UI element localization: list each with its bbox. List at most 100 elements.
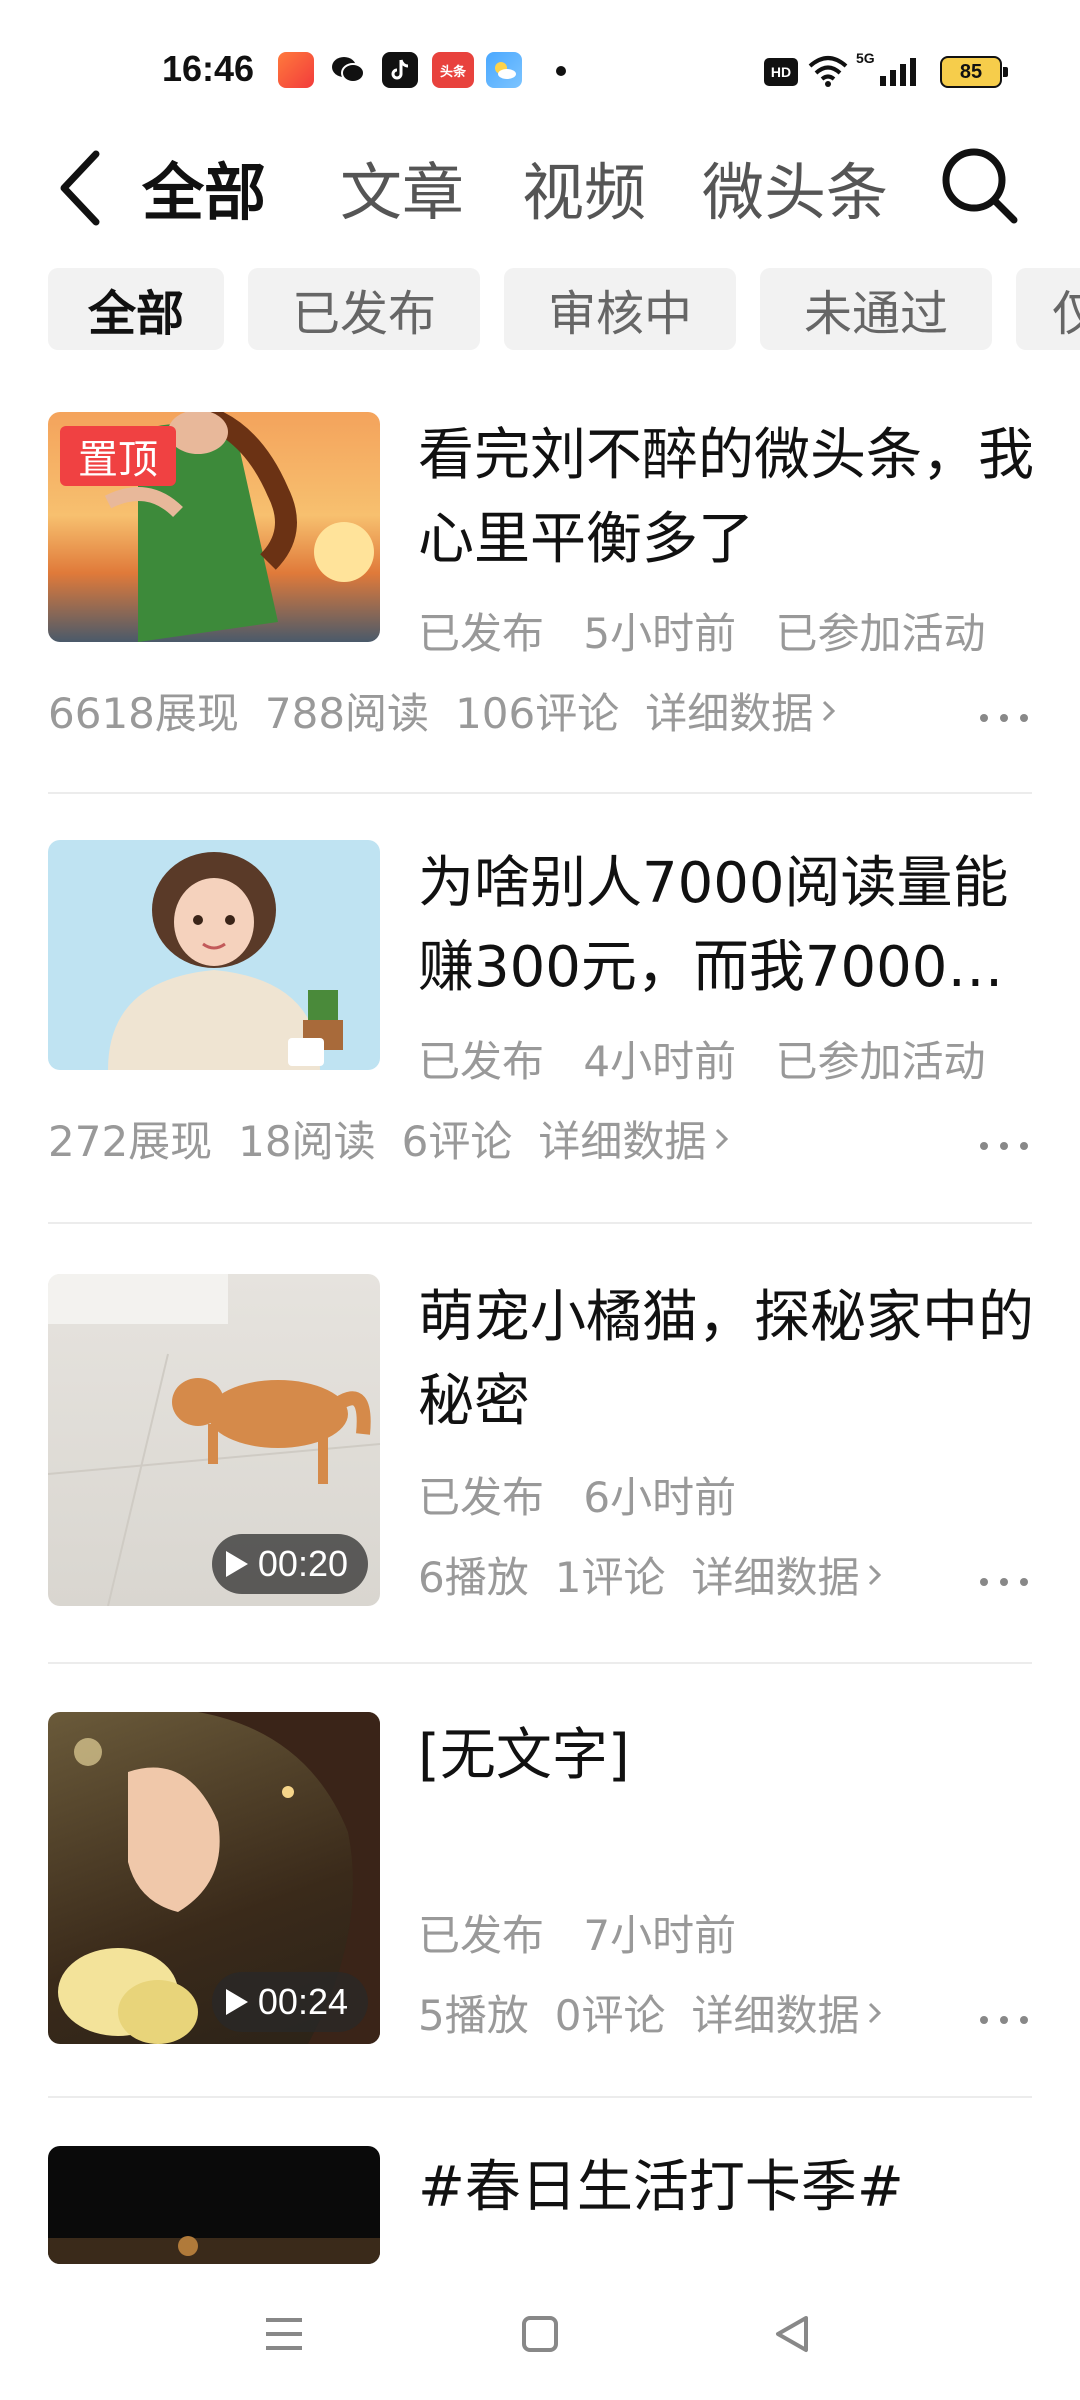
detail-data-label: 详细数据 <box>645 689 814 738</box>
chevron-right-icon <box>716 1128 729 1149</box>
more-dot-icon <box>1020 2016 1028 2024</box>
status-time: 16:46 <box>162 48 255 89</box>
item-stats: 6播放 1评论 详细数据 <box>418 1544 909 1605</box>
chevron-right-icon <box>869 2002 882 2023</box>
filter-chip-published[interactable]: 已发布 <box>248 268 480 350</box>
item-title[interactable]: [无文字] <box>418 1714 1038 1798</box>
more-dot-icon <box>1020 714 1028 722</box>
video-duration: 00:20 <box>257 1543 348 1584</box>
dark-night-photo <box>48 2236 380 2264</box>
tab-videos[interactable]: 视频 <box>522 142 646 232</box>
comments-count: 6评论 <box>401 1117 513 1166</box>
wechat-icon <box>330 52 366 88</box>
menu-icon <box>266 2318 302 2350</box>
list-item[interactable]: 为啥别人7000阅读量能赚300元，而我7000阅读量 已发布 4小时前 已参加… <box>0 840 1080 1220</box>
activity-tag: 已参加活动 <box>775 1037 986 1086</box>
more-dot-icon <box>1000 1578 1008 1586</box>
impressions-count: 272展现 <box>48 1117 213 1166</box>
item-thumbnail[interactable]: 00:20 <box>48 1274 380 1606</box>
publish-status: 已发布 <box>418 1911 545 1960</box>
toutiao-icon: 头条 <box>432 52 474 88</box>
item-stats: 6618展现 788阅读 106评论 详细数据 <box>48 680 863 741</box>
more-dot-icon <box>1000 2016 1008 2024</box>
detail-data-link[interactable]: 详细数据 <box>538 1108 730 1169</box>
item-title[interactable]: 为啥别人7000阅读量能赚300元，而我7000阅读量 <box>418 842 1038 1010</box>
recents-button[interactable] <box>254 2304 314 2364</box>
back-system-button[interactable] <box>762 2304 822 2364</box>
filter-chip-private[interactable]: 仅 <box>1016 268 1080 350</box>
more-options-button[interactable] <box>980 708 1028 728</box>
publish-time: 5小时前 <box>583 609 737 658</box>
plays-count: 5播放 <box>418 1991 529 2040</box>
tab-all[interactable]: 全部 <box>142 142 266 232</box>
detail-data-label: 详细数据 <box>538 1117 707 1166</box>
item-title[interactable]: 萌宠小橘猫，探秘家中的秘密 <box>418 1276 1038 1444</box>
item-thumbnail[interactable] <box>48 2146 380 2264</box>
publish-time: 6小时前 <box>583 1473 737 1522</box>
chevron-right-icon <box>823 700 836 721</box>
publish-status: 已发布 <box>418 1037 545 1086</box>
impressions-count: 6618展现 <box>48 689 239 738</box>
search-icon <box>942 148 1018 224</box>
video-duration-badge: 00:20 <box>211 1534 368 1594</box>
item-title[interactable]: 看完刘不醉的微头条，我心里平衡多了 <box>418 414 1038 582</box>
detail-data-link[interactable]: 详细数据 <box>691 1982 883 2043</box>
divider <box>48 792 1032 794</box>
search-button[interactable] <box>934 140 1024 230</box>
more-options-button[interactable] <box>980 2010 1028 2030</box>
more-dot-icon <box>1020 1578 1028 1586</box>
filter-chip-reviewing[interactable]: 审核中 <box>504 268 736 350</box>
list-item[interactable]: 00:24 [无文字] 已发布 7小时前 5播放 0评论 详细数据 <box>0 1712 1080 2092</box>
item-thumbnail[interactable]: 置顶 <box>48 412 380 642</box>
hd-icon: HD <box>764 58 798 86</box>
battery-icon: 85 <box>940 56 1008 88</box>
more-dot-icon <box>980 1578 988 1586</box>
back-button[interactable] <box>48 138 118 238</box>
back-triangle-icon <box>776 2316 808 2352</box>
item-thumbnail[interactable] <box>48 840 380 1070</box>
more-dot-icon <box>980 714 988 722</box>
item-thumbnail[interactable]: 00:24 <box>48 1712 380 2044</box>
home-button[interactable] <box>510 2304 570 2364</box>
more-dot-icon <box>1000 1142 1008 1150</box>
more-dot-icon <box>1000 714 1008 722</box>
plays-count: 6播放 <box>418 1553 529 1602</box>
list-item[interactable]: 置顶 看完刘不醉的微头条，我心里平衡多了 已发布 5小时前 已参加活动 6618… <box>0 412 1080 792</box>
toutiao-icon-label: 头条 <box>439 64 466 80</box>
filter-chip-rejected[interactable]: 未通过 <box>760 268 992 350</box>
more-dot-icon <box>980 2016 988 2024</box>
detail-data-label: 详细数据 <box>691 1553 860 1602</box>
shopping-app-icon <box>278 52 314 88</box>
tab-micro-posts[interactable]: 微头条 <box>702 142 888 232</box>
back-arrow-icon <box>60 150 100 226</box>
battery-level: 85 <box>959 60 983 83</box>
list-item[interactable]: #春日生活打卡季# <box>0 2146 1080 2264</box>
item-title[interactable]: #春日生活打卡季# <box>418 2146 1038 2230</box>
notification-dot-icon <box>556 66 566 76</box>
publish-status: 已发布 <box>418 609 545 658</box>
publish-time: 7小时前 <box>583 1911 737 1960</box>
more-options-button[interactable] <box>980 1572 1028 1592</box>
signal-icon <box>880 58 916 86</box>
tiktok-icon <box>382 52 418 88</box>
filter-chip-all[interactable]: 全部 <box>48 268 224 350</box>
wifi-icon <box>808 56 848 87</box>
chevron-right-icon <box>869 1564 882 1585</box>
list-item[interactable]: 00:20 萌宠小橘猫，探秘家中的秘密 已发布 6小时前 6播放 1评论 详细数… <box>0 1274 1080 1654</box>
comments-count: 1评论 <box>554 1553 666 1602</box>
divider <box>48 2096 1032 2098</box>
status-bar: 16:46 头条 HD 5G 85 <box>0 0 1080 130</box>
divider <box>48 1662 1032 1664</box>
status-filter-bar: 全部 已发布 审核中 未通过 仅 <box>0 268 1080 352</box>
home-square-icon <box>522 2316 558 2352</box>
more-options-button[interactable] <box>980 1136 1028 1156</box>
tab-articles[interactable]: 文章 <box>340 142 464 232</box>
detail-data-link[interactable]: 详细数据 <box>645 680 837 741</box>
item-meta: 已发布 7小时前 <box>418 1902 762 1963</box>
publish-time: 4小时前 <box>583 1037 737 1086</box>
detail-data-link[interactable]: 详细数据 <box>691 1544 883 1605</box>
activity-tag: 已参加活动 <box>775 609 986 658</box>
item-meta: 已发布 6小时前 <box>418 1464 762 1525</box>
play-icon <box>225 1551 248 1577</box>
reads-count: 788阅读 <box>264 689 430 738</box>
